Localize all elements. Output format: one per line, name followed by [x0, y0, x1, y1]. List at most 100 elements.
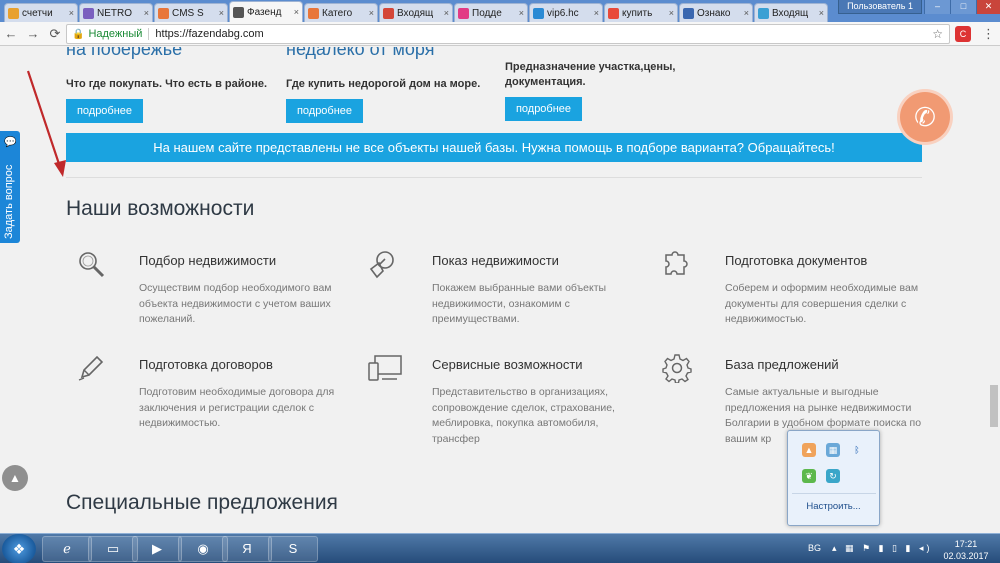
- ask-question-tab[interactable]: 💬 Задать вопрос: [0, 131, 20, 243]
- more-button[interactable]: подробнее: [66, 99, 143, 123]
- close-tab-icon[interactable]: ×: [819, 8, 824, 18]
- call-button[interactable]: ✆: [897, 89, 953, 145]
- configure-link[interactable]: Настроить...: [788, 501, 879, 512]
- feature-description: Подготовим необходимые договора для закл…: [139, 386, 335, 429]
- tray-network-icon[interactable]: ▦: [826, 443, 840, 457]
- feature-description: Соберем и оформим необходимые вам докуме…: [725, 282, 919, 325]
- browser-tab[interactable]: Катего ×: [304, 3, 378, 22]
- tray-icons[interactable]: ▴ ▦ ⚑ ▮ ▯ ▮ ◂): [832, 543, 932, 554]
- clock[interactable]: 17:21 02.03.2017: [940, 538, 992, 562]
- bluetooth-icon[interactable]: ᛒ: [850, 443, 864, 457]
- browser-tab[interactable]: Входящ ×: [379, 3, 453, 22]
- special-offers-title: Специальные предложения: [66, 491, 338, 514]
- maximize-button[interactable]: □: [950, 0, 976, 14]
- more-button[interactable]: подробнее: [505, 97, 582, 121]
- browser-tab[interactable]: купить ×: [604, 3, 678, 22]
- more-button[interactable]: подробнее: [286, 99, 363, 123]
- feature-description: Покажем выбранные вами объекты недвижимо…: [432, 282, 607, 325]
- column-heading: недалеко от моря: [286, 47, 435, 59]
- forward-button[interactable]: →: [22, 26, 44, 41]
- browser-tab[interactable]: Входящ ×: [754, 3, 828, 22]
- back-button[interactable]: ←: [0, 26, 22, 41]
- browser-tab-label: Входящ: [772, 7, 809, 19]
- feature-description: Представительство в организациях, сопров…: [432, 386, 615, 445]
- s-icon: [308, 7, 319, 19]
- support-icon: [458, 7, 469, 19]
- browser-tab[interactable]: счетчи ×: [4, 3, 78, 22]
- profile-button[interactable]: Пользователь 1: [838, 0, 922, 14]
- language-indicator[interactable]: BG: [808, 543, 821, 553]
- clock-time: 17:21: [954, 539, 978, 549]
- browser-tab[interactable]: Фазенд ×: [229, 1, 303, 22]
- browser-menu-icon[interactable]: ⋮: [982, 26, 995, 42]
- s-icon: [158, 7, 169, 19]
- close-tab-icon[interactable]: ×: [594, 8, 599, 18]
- chat-icon: 💬: [4, 137, 17, 148]
- start-button[interactable]: ❖: [2, 534, 36, 563]
- window-controls: – □ ✕: [924, 0, 1000, 14]
- url-input[interactable]: 🔒 Надежный https://fazendabg.com ☆: [66, 24, 950, 44]
- tray-sync-icon[interactable]: ↻: [826, 469, 840, 483]
- browser-tab[interactable]: CMS S ×: [154, 3, 228, 22]
- browser-tab[interactable]: Ознако ×: [679, 3, 753, 22]
- taskbar-yandex-button[interactable]: Я: [222, 536, 272, 562]
- column-heading: на побережье: [66, 47, 183, 59]
- gear-icon: [662, 354, 692, 383]
- browser-tab-label: Входящ: [397, 7, 434, 19]
- close-tab-icon[interactable]: ×: [369, 8, 374, 18]
- taskbar-skype-button[interactable]: S: [268, 536, 318, 562]
- reload-button[interactable]: ⟳: [44, 26, 66, 42]
- feature-title: Показ недвижимости: [432, 253, 559, 268]
- section-title: Наши возможности: [66, 197, 255, 220]
- bar-chart-icon: [8, 7, 19, 19]
- taskbar-explorer-button[interactable]: ▭: [88, 536, 138, 562]
- url-text: https://fazendabg.com: [155, 28, 264, 40]
- ask-question-label: Задать вопрос: [3, 164, 15, 239]
- lock-icon: 🔒: [72, 28, 85, 40]
- magnifier-icon: [79, 252, 105, 278]
- chevron-up-icon: ▲: [9, 471, 21, 485]
- close-tab-icon[interactable]: ×: [219, 8, 224, 18]
- cursor-tap-icon: [369, 251, 394, 279]
- taskbar-media-button[interactable]: ▶: [132, 536, 182, 562]
- feature-title: База предложений: [725, 357, 839, 372]
- house-icon: [233, 6, 244, 18]
- info-banner[interactable]: На нашем сайте представлены не все объек…: [66, 133, 922, 162]
- close-tab-icon[interactable]: ×: [294, 7, 299, 17]
- close-tab-icon[interactable]: ×: [669, 8, 674, 18]
- taskbar-chrome-button[interactable]: ◉: [178, 536, 228, 562]
- close-tab-icon[interactable]: ×: [69, 8, 74, 18]
- tray-app-icon[interactable]: ▲: [802, 443, 816, 457]
- browser-tab[interactable]: Подде ×: [454, 3, 528, 22]
- column-blurb: Где купить недорогой дом на море.: [286, 78, 481, 90]
- tray-leaf-icon[interactable]: ❦: [802, 469, 816, 483]
- scroll-to-top-button[interactable]: ▲: [2, 465, 28, 491]
- extension-icon[interactable]: C: [955, 26, 971, 42]
- taskbar-ie-button[interactable]: ℯ: [42, 536, 92, 562]
- close-tab-icon[interactable]: ×: [519, 8, 524, 18]
- column-blurb: Что где покупать. Что есть в районе.: [66, 78, 268, 90]
- gmail-icon: [383, 7, 394, 19]
- close-tab-icon[interactable]: ×: [744, 8, 749, 18]
- minimize-button[interactable]: –: [924, 0, 950, 14]
- browser-tab-label: Ознако: [697, 7, 731, 19]
- browser-tab-label: CMS S: [172, 7, 204, 19]
- clock-date: 02.03.2017: [943, 551, 989, 561]
- scrollbar-thumb[interactable]: [990, 385, 998, 427]
- close-window-button[interactable]: ✕: [976, 0, 1000, 14]
- browser-tab-label: NETRO: [97, 7, 132, 19]
- bookmark-star-icon[interactable]: ☆: [932, 27, 943, 41]
- mail-icon: [758, 7, 769, 19]
- yandex-icon: [608, 7, 619, 19]
- browser-tab[interactable]: vip6.hc ×: [529, 3, 603, 22]
- close-tab-icon[interactable]: ×: [444, 8, 449, 18]
- annotation-arrow-icon: [26, 70, 66, 177]
- page-scrollbar[interactable]: [988, 47, 1000, 533]
- tray-overflow-popup: ▲ ▦ ᛒ ❦ ↻ Настроить...: [787, 430, 880, 526]
- phone-icon: ✆: [914, 102, 936, 132]
- taskbar: ❖ ℯ ▭ ▶ ◉ Я S BG ▴ ▦ ⚑ ▮ ▯ ▮ ◂) 17:21 02…: [0, 533, 1000, 563]
- folder-icon: ▭: [106, 541, 120, 556]
- close-tab-icon[interactable]: ×: [144, 8, 149, 18]
- browser-tab-label: Подде: [472, 7, 502, 19]
- browser-tab[interactable]: NETRO ×: [79, 3, 153, 22]
